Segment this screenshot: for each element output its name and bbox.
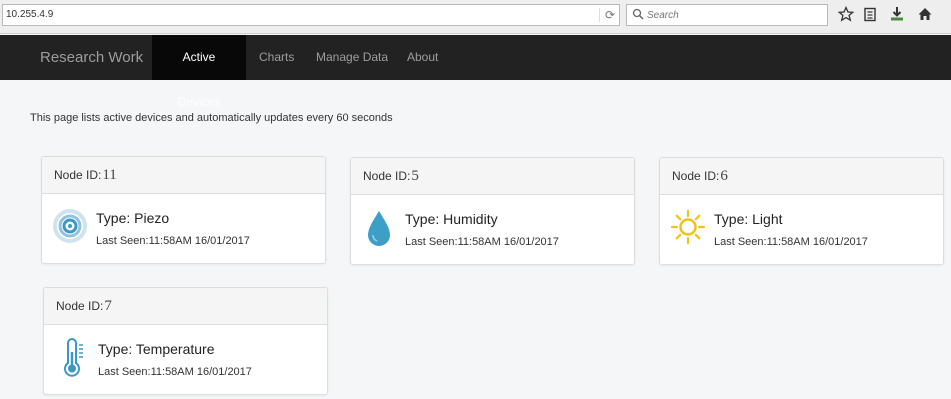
nav-active-devices[interactable]: Active Devices: [152, 35, 246, 109]
node-id-value: 5: [411, 168, 419, 184]
search-input[interactable]: [647, 7, 823, 23]
thermometer-icon: [64, 338, 83, 377]
device-card: Node ID:11 Type: Piezo Last Seen:11:58AM…: [41, 156, 326, 264]
device-type: Type: Temperature: [98, 341, 215, 357]
node-id-value: 7: [104, 298, 112, 314]
reload-icon[interactable]: ⟳: [598, 8, 615, 22]
node-id-label: Node ID:: [672, 169, 720, 183]
card-header: Node ID:5: [351, 158, 634, 195]
node-id-label: Node ID:: [56, 299, 104, 313]
download-icon[interactable]: [889, 6, 905, 22]
brand-link[interactable]: Research Work: [40, 35, 143, 80]
page-description: This page lists active devices and autom…: [30, 112, 393, 124]
address-bar[interactable]: 10.255.4.9 ⟳: [2, 4, 620, 26]
device-card: Node ID:5 Type: Humidity Last Seen:11:58…: [350, 157, 635, 265]
card-header: Node ID:6: [660, 158, 943, 195]
browser-toolbar: 10.255.4.9 ⟳: [0, 0, 951, 34]
search-icon: [632, 8, 644, 20]
device-type: Type: Light: [714, 211, 783, 227]
reading-list-icon[interactable]: [862, 6, 878, 22]
last-seen: Last Seen:11:58AM 16/01/2017: [714, 236, 868, 248]
piezo-icon: [53, 209, 87, 243]
address-text[interactable]: 10.255.4.9: [6, 9, 53, 20]
sun-icon: [670, 209, 706, 245]
device-card: Node ID:7 Type: Temperature Last Seen:11…: [43, 287, 328, 395]
site-navbar: Research Work Active Devices Charts Mana…: [0, 35, 951, 109]
last-seen: Last Seen:11:58AM 16/01/2017: [405, 236, 559, 248]
last-seen: Last Seen:11:58AM 16/01/2017: [96, 235, 250, 247]
node-id-value: 6: [720, 168, 728, 184]
search-box[interactable]: [626, 4, 828, 26]
node-id-label: Node ID:: [363, 169, 411, 183]
last-seen: Last Seen:11:58AM 16/01/2017: [98, 366, 252, 378]
device-type: Type: Humidity: [405, 211, 498, 227]
home-icon[interactable]: [917, 6, 933, 22]
bookmark-star-icon[interactable]: [838, 6, 854, 22]
device-card: Node ID:6 Type: Light Last Seen:11:58AM …: [659, 157, 944, 265]
nav-charts[interactable]: Charts: [249, 35, 304, 80]
water-drop-icon: [368, 211, 390, 246]
card-header: Node ID:7: [44, 288, 327, 325]
card-header: Node ID:11: [42, 157, 325, 194]
nav-manage-data[interactable]: Manage Data: [306, 35, 398, 80]
device-type: Type: Piezo: [96, 210, 170, 226]
node-id-label: Node ID:: [54, 168, 102, 182]
nav-about[interactable]: About: [397, 35, 448, 80]
node-id-value: 11: [102, 167, 117, 183]
